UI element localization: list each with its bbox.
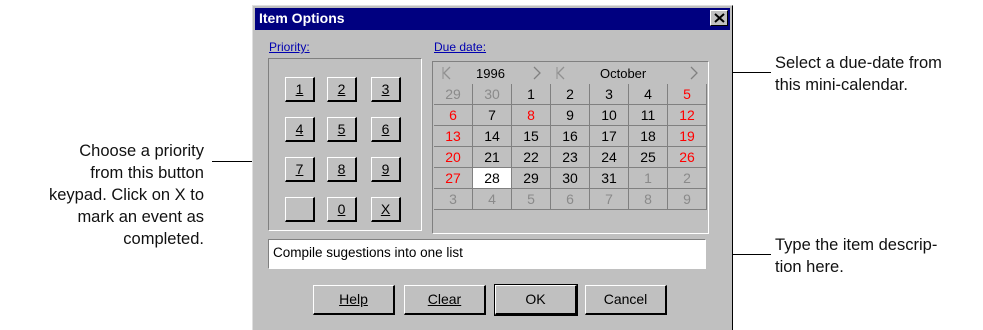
calendar-day[interactable]: 13 [434,126,473,147]
calendar-day[interactable]: 25 [629,147,668,168]
calendar-day[interactable]: 10 [590,105,629,126]
calendar-day[interactable]: 19 [668,126,707,147]
month-prev-arrow-icon[interactable] [556,66,566,80]
calendar-day[interactable]: 9 [668,189,707,210]
clear-button[interactable]: Clear [404,285,486,315]
calendar-day[interactable]: 5 [512,189,551,210]
callout-line: this mini-calendar. [775,76,908,94]
calendar-day[interactable]: 6 [434,105,473,126]
calendar-day[interactable]: 28 [473,168,512,189]
callout-line: Choose a priority [79,142,204,160]
priority-callout: Choose a priority from this button keypa… [8,140,204,250]
description-callout: Type the item descrip- tion here. [775,234,937,278]
callout-line: from this button [90,164,204,182]
calendar-day[interactable]: 1 [629,168,668,189]
dialog-title: Item Options [259,10,345,26]
calendar-day[interactable]: 1 [512,84,551,105]
cancel-button-label: Cancel [603,291,648,307]
calendar-day[interactable]: 8 [512,105,551,126]
due-date-label: Due date: [434,40,487,54]
calendar-day[interactable]: 17 [590,126,629,147]
calendar-day[interactable]: 18 [629,126,668,147]
calendar-day[interactable]: 4 [629,84,668,105]
close-button[interactable] [710,10,728,26]
item-description-input[interactable]: Compile sugestions into one list [268,239,706,269]
calendar-day[interactable]: 16 [551,126,590,147]
close-x-icon [714,13,725,23]
priority-key-x[interactable]: X [371,197,401,222]
priority-key-1[interactable]: 1 [285,77,315,102]
priority-key-2[interactable]: 2 [327,77,357,102]
callout-line: Select a due-date from [775,54,942,72]
calendar-month: October [600,66,647,81]
calendar-day[interactable]: 15 [512,126,551,147]
priority-key-0[interactable]: 0 [327,197,357,222]
priority-key-8[interactable]: 8 [327,157,357,182]
help-button-label: Help [339,291,368,307]
calendar-day[interactable]: 3 [434,189,473,210]
ok-button[interactable]: OK [494,284,578,316]
priority-key-blank[interactable] [285,197,315,222]
title-bar: Item Options [255,8,730,30]
calendar-day[interactable]: 29 [434,84,473,105]
calendar-day[interactable]: 26 [668,147,707,168]
calendar-day[interactable]: 7 [590,189,629,210]
calendar-day[interactable]: 14 [473,126,512,147]
calendar-day[interactable]: 21 [473,147,512,168]
calendar-day[interactable]: 4 [473,189,512,210]
priority-key-4[interactable]: 4 [285,117,315,142]
calendar-day[interactable]: 27 [434,168,473,189]
callout-line: Type the item descrip- [775,236,938,254]
calendar-day[interactable]: 2 [551,84,590,105]
calendar-day[interactable]: 24 [590,147,629,168]
calendar-day[interactable]: 3 [590,84,629,105]
priority-label: Priority: [269,40,310,54]
priority-key-6[interactable]: 6 [371,117,401,142]
clear-button-label: Clear [427,291,462,307]
calendar-day[interactable]: 5 [668,84,707,105]
priority-key-5[interactable]: 5 [327,117,357,142]
month-next-arrow-icon[interactable] [689,66,699,80]
calendar-day[interactable]: 29 [512,168,551,189]
priority-key-9[interactable]: 9 [371,157,401,182]
calendar-day[interactable]: 6 [551,189,590,210]
callout-line: keypad. Click on X to [49,186,204,204]
help-button[interactable]: Help [313,285,395,315]
year-next-arrow-icon[interactable] [532,66,542,80]
priority-key-7[interactable]: 7 [285,157,315,182]
calendar-day[interactable]: 30 [551,168,590,189]
callout-line: mark an event as [77,208,204,226]
calendar-day[interactable]: 31 [590,168,629,189]
ok-button-label: OK [525,291,546,307]
calendar-day[interactable]: 11 [629,105,668,126]
calendar-day[interactable]: 7 [473,105,512,126]
calendar-year: 1996 [476,66,505,81]
calendar-callout: Select a due-date from this mini-calenda… [775,52,942,96]
calendar-day[interactable]: 20 [434,147,473,168]
cancel-button[interactable]: Cancel [585,285,667,315]
calendar-day[interactable]: 30 [473,84,512,105]
callout-line: completed. [123,230,204,248]
year-prev-arrow-icon[interactable] [442,66,452,80]
callout-line: tion here. [775,258,844,276]
calendar-day[interactable]: 23 [551,147,590,168]
calendar-day[interactable]: 12 [668,105,707,126]
calendar-day[interactable]: 9 [551,105,590,126]
mini-calendar: 29 30 1 2 3 4 5 6 7 8 9 10 11 12 13 14 15 16 17 18 19 20 21 22 2… [434,84,707,232]
priority-key-3[interactable]: 3 [371,77,401,102]
calendar-day[interactable]: 2 [668,168,707,189]
calendar-day[interactable]: 8 [629,189,668,210]
calendar-day[interactable]: 22 [512,147,551,168]
